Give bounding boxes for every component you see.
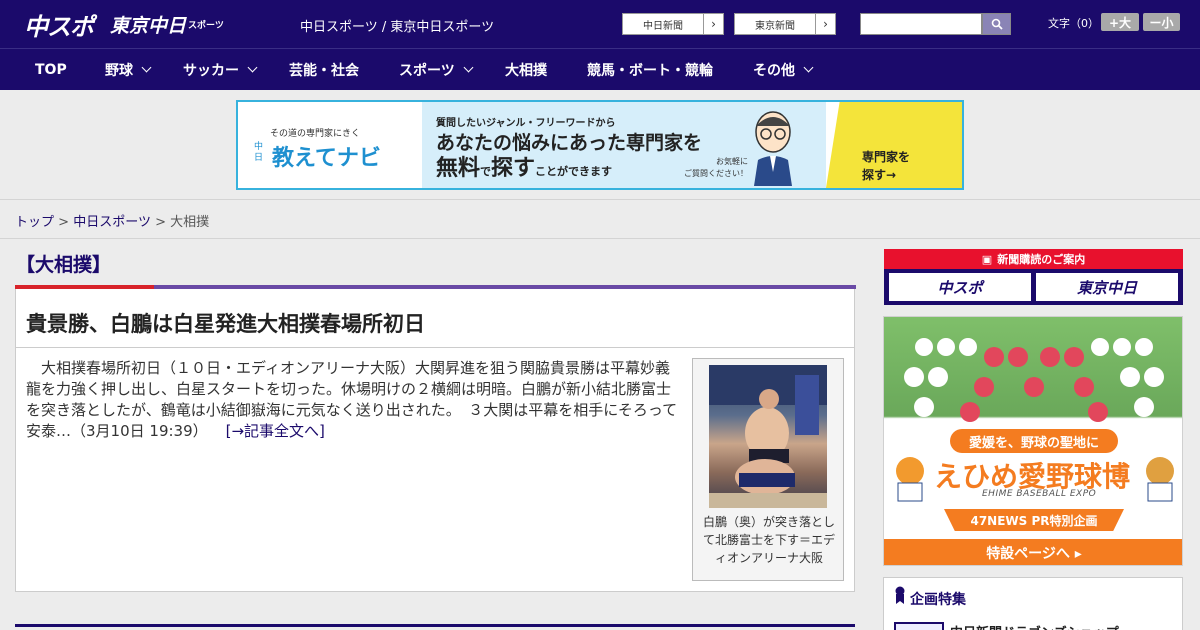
ad-line-3: 無料で探すことができます	[436, 150, 612, 182]
search-icon	[991, 18, 1003, 30]
ad-line-3c: 探す	[491, 156, 536, 181]
font-size-label: 文字（0）	[1048, 17, 1099, 30]
nav-item-label: サッカー	[183, 62, 239, 79]
nav-item-label: TOP	[35, 61, 67, 78]
ad-note: お気軽に ご質問ください！	[684, 156, 748, 180]
nav-item-sports[interactable]: スポーツ	[399, 49, 474, 90]
search-button[interactable]	[982, 13, 1011, 35]
top-header: 中スポ 東京中日 スポーツ 中日スポーツ / 東京中日スポーツ 中日新聞 › 東京…	[0, 0, 1200, 48]
main-nav: TOP 野球 サッカー 芸能・社会 スポーツ 大相撲 競馬・ボート・競輪 その他	[0, 48, 1200, 90]
nav-item-top[interactable]: TOP	[35, 49, 67, 90]
font-size-increase-button[interactable]: +大	[1101, 13, 1139, 31]
tokyo-shimbun-link[interactable]: 東京新聞 ›	[734, 13, 836, 35]
article-card: 貴景勝、白鵬は白星発進大相撲春場所初日 大相撲春場所初日（１０日・エディオンアリ…	[15, 285, 856, 592]
card-rule-red	[15, 285, 154, 289]
tokyo-chunichi-logo-small: スポーツ	[188, 20, 224, 31]
ad-cta-1: 専門家を	[862, 150, 911, 164]
breadcrumb: トップ > 中日スポーツ > 大相撲	[15, 211, 209, 230]
ad-line-3b: で	[480, 165, 492, 178]
breadcrumb-bar: トップ > 中日スポーツ > 大相撲	[0, 199, 1200, 239]
ehime-baseball-expo-ad[interactable]: 愛媛を、野球の聖地に えひめ愛野球博 EHIME BASEBALL EXPO 4…	[883, 316, 1183, 566]
tokyo-chunichi-logo-text: 東京中日	[110, 14, 187, 37]
breadcrumb-current: 大相撲	[170, 215, 210, 230]
ad-message-area: 質問したいジャンル・フリーワードから あなたの悩みにあった専門家を 無料で探すこ…	[422, 102, 826, 188]
nav-item-sumo[interactable]: 大相撲	[505, 49, 547, 90]
feature-item-dragons-shop[interactable]: 中日新聞ドラゴンズショップ	[950, 622, 1119, 630]
chevron-down-icon	[247, 62, 258, 72]
expo-tagline: 愛媛を、野球の聖地に	[950, 429, 1118, 453]
read-more-link[interactable]: [→記事全文へ]	[226, 422, 325, 440]
ad-brand-prefix: 中日	[254, 142, 264, 163]
category-title: 【大相撲】	[16, 254, 112, 276]
mascot-right-icon	[1146, 457, 1174, 502]
breadcrumb-home-link[interactable]: トップ	[15, 215, 54, 230]
dragons-shop-thumbnail[interactable]	[894, 622, 944, 630]
nav-item-label: 芸能・社会	[289, 62, 359, 79]
article-summary: 大相撲春場所初日（１０日・エディオンアリーナ大阪）大関昇進を狙う関脇貴景勝は平幕…	[26, 358, 684, 442]
chevron-right-icon: ›	[815, 14, 835, 34]
nav-item-soccer[interactable]: サッカー	[183, 49, 258, 90]
ad-line-3a: 無料	[436, 156, 481, 181]
ad-brand-area: その道の専門家にきく 中日 教えてナビ	[238, 102, 422, 188]
breadcrumb-separator: >	[58, 215, 70, 230]
nav-item-entertainment[interactable]: 芸能・社会	[289, 49, 359, 90]
subscribe-chuspo-button[interactable]: 中スポ	[889, 273, 1031, 301]
feature-title: 企画特集	[910, 592, 966, 608]
chuspo-logo[interactable]: 中スポ	[24, 6, 94, 42]
search-input[interactable]	[860, 13, 982, 35]
chunichi-shimbun-label: 中日新聞	[643, 20, 683, 32]
article-photo-box: 白鵬（奥）が突き落として北勝富士を下す＝エディオンアリーナ大阪	[692, 358, 844, 581]
next-section-rule	[15, 624, 855, 627]
ad-note-1: お気軽に	[716, 157, 748, 166]
ticket-icon: ▣	[981, 252, 993, 266]
nav-item-baseball[interactable]: 野球	[105, 49, 152, 90]
ad-cta: 専門家を 探す→	[862, 148, 910, 184]
photo-caption: 白鵬（奥）が突き落として北勝富士を下す＝エディオンアリーナ大阪	[702, 515, 835, 565]
breadcrumb-separator: >	[155, 215, 166, 230]
feature-box: 企画特集 中日新聞ドラゴンズショップ	[883, 577, 1183, 630]
site-name: 中日スポーツ / 東京中日スポーツ	[300, 20, 495, 35]
mascot-left-icon	[896, 457, 924, 502]
ribbon-icon	[895, 586, 905, 604]
ad-tagline: その道の専門家にきく	[270, 129, 361, 139]
nav-item-label: スポーツ	[399, 62, 455, 79]
expo-cta-button[interactable]: 特設ページへ ▸	[884, 539, 1182, 565]
nav-item-other[interactable]: その他	[753, 49, 814, 90]
ad-cta-2: 探す→	[862, 168, 897, 182]
ad-cta-area[interactable]: 専門家を 探す→	[826, 102, 962, 188]
breadcrumb-section-link[interactable]: 中日スポーツ	[73, 215, 151, 230]
chevron-down-icon	[803, 62, 814, 72]
chevron-down-icon	[141, 62, 152, 72]
ad-note-2: ご質問ください！	[684, 169, 748, 178]
tokyo-chunichi-logo[interactable]: 東京中日 スポーツ	[110, 6, 224, 42]
nav-item-label: 大相撲	[505, 62, 547, 79]
oshiete-navi-banner-ad[interactable]: その道の専門家にきく 中日 教えてナビ 質問したいジャンル・フリーワードから あ…	[236, 100, 964, 190]
ad-line-3d: ことができます	[535, 165, 613, 178]
chevron-down-icon	[463, 62, 474, 72]
tokyo-shimbun-label: 東京新聞	[755, 20, 795, 32]
article-photo[interactable]	[709, 365, 827, 508]
chevron-right-icon: ›	[703, 14, 723, 34]
article-summary-text: 大相撲春場所初日（１０日・エディオンアリーナ大阪）大関昇進を狙う関脇貴景勝は平幕…	[26, 359, 678, 440]
subscription-header-label: 新聞購読のご案内	[997, 253, 1086, 266]
subscription-box: ▣ 新聞購読のご案内 中スポ 東京中日	[884, 249, 1183, 305]
ad-line-1: 質問したいジャンル・フリーワードから	[436, 118, 616, 129]
nav-item-label: 競馬・ボート・競輪	[587, 62, 713, 79]
subscription-header: ▣ 新聞購読のご案内	[884, 249, 1183, 269]
expo-pr-band: 47NEWS PR特別企画	[944, 509, 1124, 531]
card-rule-purple	[154, 285, 856, 289]
expo-subtitle: EHIME BASEBALL EXPO	[982, 489, 1097, 499]
subscribe-tokyo-chunichi-button[interactable]: 東京中日	[1036, 273, 1178, 301]
nav-item-racing[interactable]: 競馬・ボート・競輪	[587, 49, 713, 90]
sumo-photo-icon	[709, 365, 827, 508]
chunichi-shimbun-link[interactable]: 中日新聞 ›	[622, 13, 724, 35]
card-divider	[16, 347, 854, 348]
font-size-decrease-button[interactable]: ー小	[1143, 13, 1180, 31]
nav-item-label: 野球	[105, 62, 133, 79]
nav-item-label: その他	[753, 62, 795, 79]
flower-field-icon	[904, 338, 1164, 422]
advisor-illustration-icon	[754, 111, 792, 186]
article-title[interactable]: 貴景勝、白鵬は白星発進大相撲春場所初日	[26, 308, 425, 338]
ad-brand-name: 教えてナビ	[272, 146, 381, 171]
